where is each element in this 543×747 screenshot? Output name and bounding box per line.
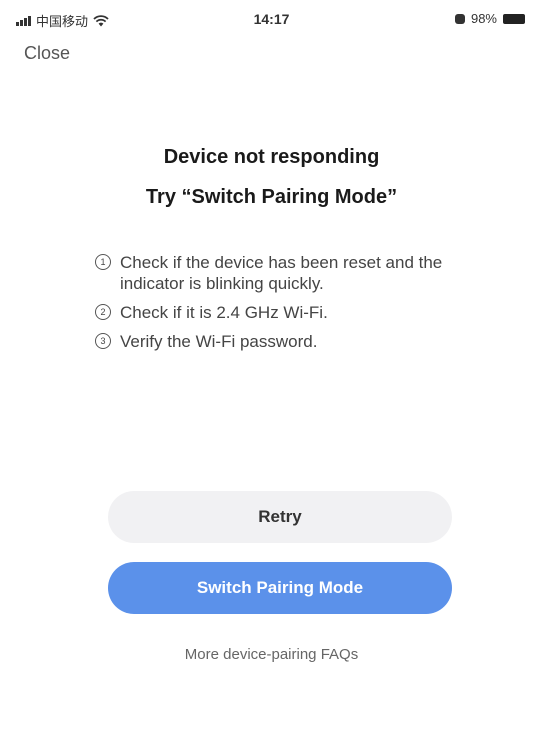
tip-text: Check if the device has been reset and t… [120, 253, 443, 293]
page-subtitle: Try “Switch Pairing Mode” [145, 186, 398, 208]
status-bar: 中国移动 14:17 98% [0, 8, 543, 32]
list-item: 3 Verify the Wi-Fi password. [95, 331, 445, 352]
switch-pairing-mode-button[interactable]: Switch Pairing Mode [108, 562, 452, 614]
page-title: Device not responding [163, 146, 380, 168]
number-circle-icon: 1 [95, 254, 111, 270]
tip-text: Verify the Wi-Fi password. [120, 332, 318, 351]
rotation-lock-icon [454, 13, 465, 24]
tips-list: 1 Check if the device has been reset and… [95, 252, 445, 360]
number-circle-icon: 2 [95, 304, 111, 320]
list-item: 1 Check if the device has been reset and… [95, 252, 445, 294]
battery-icon [503, 13, 525, 24]
faq-link[interactable]: More device-pairing FAQs [0, 646, 543, 663]
retry-button[interactable]: Retry [108, 491, 452, 543]
list-item: 2 Check if it is 2.4 GHz Wi-Fi. [95, 302, 445, 323]
status-right: 98% [454, 11, 525, 26]
close-button[interactable]: Close [24, 43, 70, 64]
tip-text: Check if it is 2.4 GHz Wi-Fi. [120, 303, 328, 322]
number-circle-icon: 3 [95, 333, 111, 349]
battery-percent: 98% [470, 11, 497, 26]
